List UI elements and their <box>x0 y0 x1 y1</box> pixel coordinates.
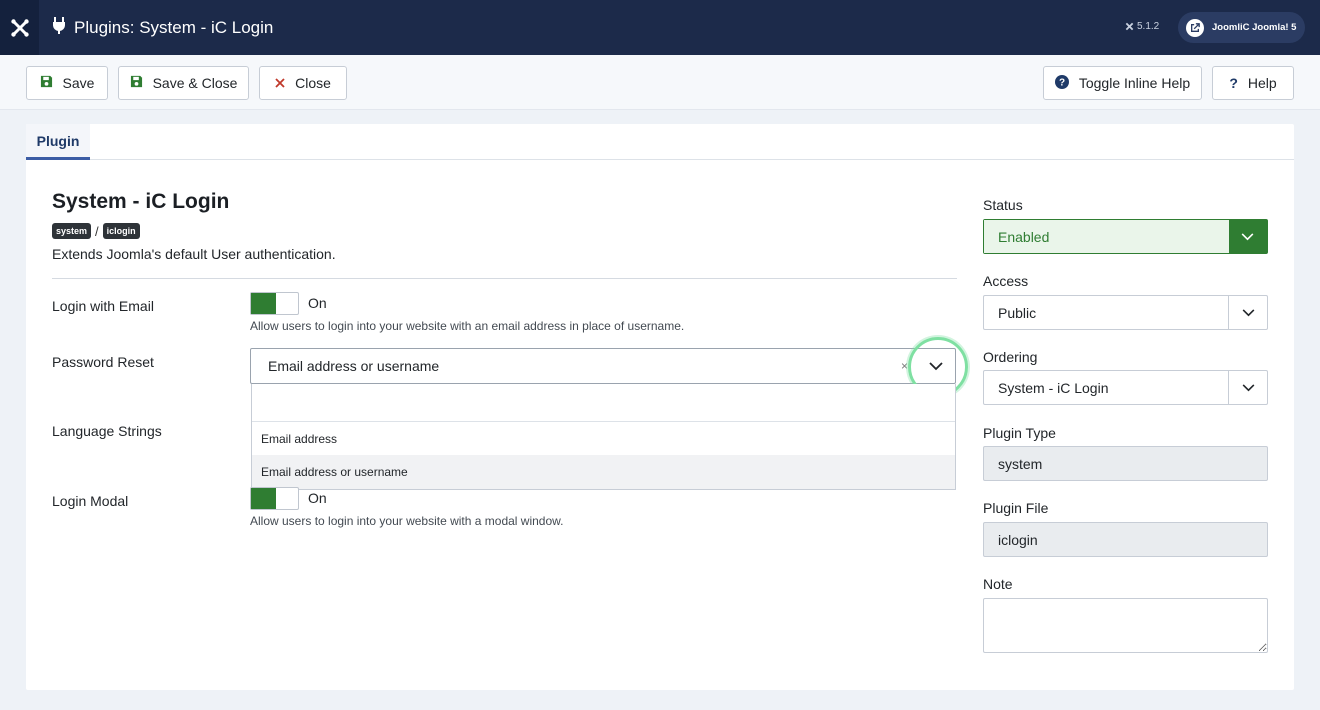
badge-separator: / <box>95 223 99 239</box>
ordering-label: Ordering <box>983 349 1038 365</box>
password-reset-label: Password Reset <box>52 354 154 370</box>
svg-text:?: ? <box>1059 77 1065 88</box>
status-value: Enabled <box>998 229 1050 245</box>
question-circle-icon: ? <box>1054 74 1069 92</box>
ordering-value: System - iC Login <box>998 380 1109 396</box>
password-reset-select[interactable]: Email address or username × <box>250 348 956 384</box>
close-label: Close <box>295 75 331 91</box>
note-textarea[interactable] <box>983 598 1268 653</box>
access-value: Public <box>998 305 1037 321</box>
top-header: Plugins: System - iC Login 5.1.2 JoomliC… <box>0 0 1320 55</box>
login-modal-hint: Allow users to login into your website w… <box>250 514 564 528</box>
login-with-email-state: On <box>308 295 327 311</box>
plugin-badges: system / iclogin <box>52 223 140 239</box>
close-button[interactable]: Close <box>259 66 347 100</box>
toggle-knob <box>251 293 276 314</box>
note-label: Note <box>983 576 1013 592</box>
floppy-icon <box>130 75 143 91</box>
question-icon: ? <box>1229 75 1238 91</box>
status-label: Status <box>983 197 1023 213</box>
toggle-help-label: Toggle Inline Help <box>1078 75 1191 91</box>
x-icon <box>275 75 285 91</box>
dropdown-search-input[interactable] <box>252 384 955 421</box>
view-site-button[interactable]: JoomliC Joomla! 5 <box>1178 12 1305 43</box>
access-label: Access <box>983 273 1029 289</box>
login-with-email-hint: Allow users to login into your website w… <box>250 319 685 333</box>
tab-plugin[interactable]: Plugin <box>26 124 90 160</box>
element-badge: iclogin <box>102 223 140 239</box>
clear-selection-button[interactable]: × <box>901 359 908 373</box>
plugin-type-value: system <box>998 456 1043 472</box>
plugin-description: Extends Joomla's default User authentica… <box>52 246 336 262</box>
joomla-mini-icon <box>1125 22 1134 31</box>
dropdown-option-email-or-username[interactable]: Email address or username <box>252 455 955 489</box>
access-select[interactable]: Public <box>983 295 1268 330</box>
toolbar: Save Save & Close Close ? Toggle Inline … <box>0 55 1320 110</box>
login-modal-toggle[interactable] <box>250 487 299 510</box>
joomla-logo-icon[interactable] <box>0 0 39 55</box>
ordering-select[interactable]: System - iC Login <box>983 370 1268 405</box>
language-strings-label: Language Strings <box>52 423 162 439</box>
folder-badge: system <box>52 223 92 239</box>
tab-bar: Plugin <box>26 124 1294 160</box>
plugin-file-field: iclogin <box>983 522 1268 557</box>
help-label: Help <box>1247 75 1277 91</box>
view-site-label: JoomliC Joomla! 5 <box>1212 22 1297 33</box>
save-label: Save <box>62 75 95 91</box>
save-close-button[interactable]: Save & Close <box>118 66 249 100</box>
login-with-email-label: Login with Email <box>52 298 154 314</box>
plugin-edit-card: Plugin System - iC Login system / iclogi… <box>26 124 1294 690</box>
login-modal-label: Login Modal <box>52 493 129 509</box>
save-close-label: Save & Close <box>152 75 238 91</box>
help-button[interactable]: ? Help <box>1212 66 1294 100</box>
toggle-knob <box>251 488 276 509</box>
password-reset-value: Email address or username <box>268 358 440 374</box>
plug-icon <box>52 16 66 39</box>
password-reset-dropdown: Email address Email address or username <box>251 384 956 490</box>
chevron-down-icon[interactable] <box>917 349 955 383</box>
plugin-file-value: iclogin <box>998 532 1038 548</box>
chevron-down-icon <box>1228 220 1267 253</box>
divider <box>52 278 957 279</box>
dropdown-option-email[interactable]: Email address <box>252 421 955 455</box>
external-link-icon <box>1186 18 1204 37</box>
chevron-down-icon <box>1228 296 1267 329</box>
save-button[interactable]: Save <box>26 66 108 100</box>
status-select[interactable]: Enabled <box>983 219 1268 254</box>
plugin-file-label: Plugin File <box>983 500 1049 516</box>
plugin-type-field: system <box>983 446 1268 481</box>
version-indicator: 5.1.2 <box>1125 21 1159 32</box>
login-with-email-toggle[interactable] <box>250 292 299 315</box>
toggle-inline-help-button[interactable]: ? Toggle Inline Help <box>1043 66 1202 100</box>
version-label: 5.1.2 <box>1137 21 1160 32</box>
plugin-type-label: Plugin Type <box>983 425 1056 441</box>
floppy-icon <box>40 75 53 91</box>
chevron-down-icon <box>1228 371 1267 404</box>
plugin-name-heading: System - iC Login <box>52 190 230 213</box>
login-modal-state: On <box>308 490 327 506</box>
page-title: Plugins: System - iC Login <box>74 17 274 37</box>
